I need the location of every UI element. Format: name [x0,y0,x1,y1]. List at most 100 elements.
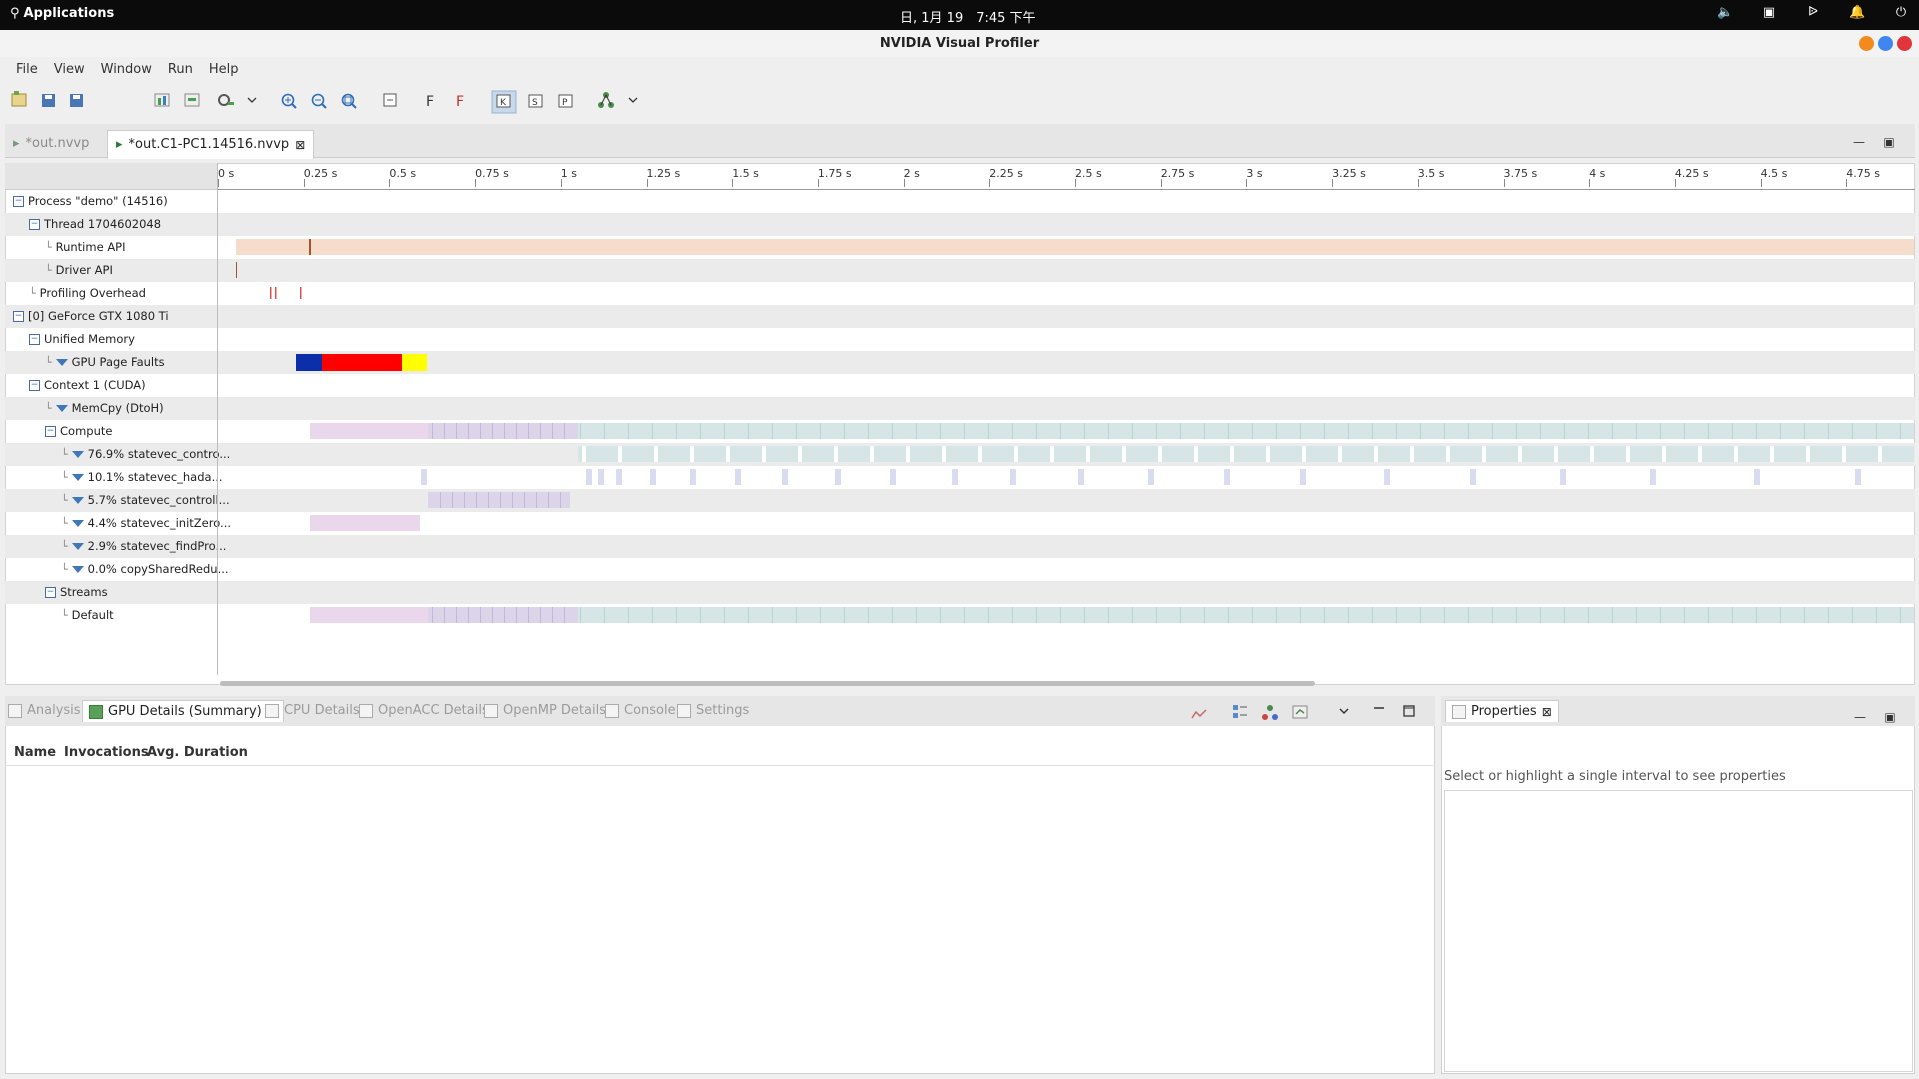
chart-icon[interactable] [1191,709,1207,719]
collapse-toggle-icon[interactable]: − [13,310,24,322]
tab-out-nvvp[interactable]: ▸ *out.nvvp [5,130,97,158]
collapse-toggle-icon[interactable]: − [45,586,56,598]
time-ruler[interactable]: 0 s 0.25 s 0.5 s 0.75 s 1 s 1.25 s 1.5 s 1.75 s… [218,167,1915,190]
screen-icon[interactable]: ▣ [1761,5,1777,21]
timeline-row[interactable]: └ Driver API [5,259,1915,282]
menu-file[interactable]: File [8,57,46,83]
timeline-row[interactable]: − Unified Memory [5,328,1915,351]
timeline-row[interactable]: └ 2.9% statevec_findPro... [5,535,1915,558]
row-label[interactable]: └ Default [61,608,114,622]
filter-icon[interactable] [71,519,84,527]
refresh-icon[interactable] [1292,705,1308,719]
menu-window[interactable]: Window [93,57,160,83]
row-label[interactable]: └ MemCpy (DtoH) [45,401,164,415]
tab-openacc-details[interactable]: OpenACC Details [359,703,489,718]
column-header-name[interactable]: Name [14,745,56,760]
maximize-properties-button[interactable]: ▣ [1883,711,1897,725]
collapse-toggle-icon[interactable]: − [13,195,24,207]
row-label[interactable]: − Context 1 (CUDA) [29,378,146,392]
tab-gpu-details[interactable]: GPU Details (Summary)⊠ [82,700,284,722]
row-label[interactable]: − [0] GeForce GTX 1080 Ti [13,309,169,323]
tab-settings[interactable]: Settings [677,703,749,718]
filter-icon[interactable] [71,473,84,481]
row-label[interactable]: └ 5.7% statevec_controll... [61,493,230,507]
timeline-row[interactable]: └ GPU Page Faults [5,351,1915,374]
tab-properties[interactable]: Properties ⊠ [1445,700,1559,722]
maximize-editor-button[interactable]: ▣ [1882,136,1896,150]
timeline-row[interactable]: − Streams [5,581,1915,604]
tab-openmp-details[interactable]: OpenMP Details [484,703,606,718]
tree-divider[interactable] [217,163,218,675]
timeline-row[interactable]: └ 4.4% statevec_initZero... [5,512,1915,535]
collapse-toggle-icon[interactable]: − [29,333,40,345]
row-label[interactable]: − Unified Memory [29,332,135,346]
row-label[interactable]: − Process "demo" (14516) [13,194,168,208]
tab-console[interactable]: Console [605,703,676,718]
volume-icon[interactable]: 🔈 [1717,5,1733,21]
minimize-window-button[interactable] [1859,36,1874,51]
filter-clear-icon[interactable]: F [456,94,464,110]
timeline-row[interactable]: − Thread 1704602048 [5,213,1915,236]
notification-bell-icon[interactable]: 🔔 [1849,5,1865,21]
row-label[interactable]: └ 76.9% statevec_contro... [61,447,230,461]
menu-view[interactable]: View [46,57,93,83]
filter-icon[interactable] [55,404,68,412]
timeline-row[interactable]: └ MemCpy (DtoH) [5,397,1915,420]
row-label[interactable]: └ GPU Page Faults [45,355,165,369]
timeline-row[interactable]: └ 5.7% statevec_controll... [5,489,1915,512]
filter-f-icon[interactable]: F [426,94,434,110]
close-window-button[interactable] [1897,36,1912,51]
collapse-icon[interactable] [383,93,397,107]
row-label[interactable]: └ Profiling Overhead [29,286,146,300]
filter-icon[interactable] [71,496,84,504]
column-header-invocations[interactable]: Invocations [64,745,149,760]
row-label[interactable]: └ Runtime API [45,240,126,254]
row-label[interactable]: └ 0.0% copySharedRedu... [61,562,229,576]
tab-analysis[interactable]: Analysis [8,703,81,718]
filter-icon[interactable] [71,542,84,550]
menu-run[interactable]: Run [160,57,201,83]
zoom-fit-icon[interactable] [341,93,357,109]
horizontal-scrollbar[interactable] [220,681,1315,686]
filter-icon[interactable] [55,358,68,366]
dependency-icon[interactable] [598,92,614,108]
timeline-row[interactable]: └ Default [5,604,1915,627]
new-session-icon[interactable] [11,91,27,107]
export-csv-icon[interactable] [1262,705,1278,720]
view-menu-icon[interactable] [1339,708,1349,715]
timeline-row[interactable]: └ Runtime API [5,236,1915,259]
timeline-row[interactable]: └ 76.9% statevec_contro... [5,443,1915,466]
column-header-avg-duration[interactable]: Avg. Duration [147,745,248,760]
filter-icon[interactable] [71,450,84,458]
maximize-panel-icon[interactable] [1403,705,1415,717]
save-icon[interactable] [42,94,55,107]
dropdown-arrow-icon[interactable] [247,97,257,103]
collapse-toggle-icon[interactable]: − [29,379,40,391]
clock[interactable]: 日, 1月 19 7:45 下午 [900,7,1036,26]
bluetooth-icon[interactable]: ᐉ [1805,5,1821,21]
maximize-window-button[interactable] [1878,36,1893,51]
kernel-view-icon[interactable]: K [491,90,517,114]
close-tab-icon[interactable]: ⊠ [295,131,305,159]
timeline-row[interactable]: − Compute [5,420,1915,443]
stream-view-icon[interactable]: S [528,94,543,108]
tree-view-icon[interactable] [1233,705,1247,718]
applications-menu[interactable]: ⚲ Applications [10,6,114,21]
process-view-icon[interactable]: P [558,94,573,108]
collapse-toggle-icon[interactable]: − [45,425,56,437]
zoom-out-icon[interactable] [311,93,327,109]
row-label[interactable]: − Compute [45,424,112,438]
import-icon[interactable] [154,93,170,107]
row-label[interactable]: └ 2.9% statevec_findPro... [61,539,226,553]
minimize-properties-button[interactable]: — [1853,711,1867,725]
power-icon[interactable]: ⏻ [1893,5,1909,21]
close-tab-icon[interactable]: ⊠ [1542,705,1552,719]
timeline-row[interactable]: − Process "demo" (14516) [5,190,1915,213]
save-all-icon[interactable] [70,94,83,107]
timeline-row[interactable]: − Context 1 (CUDA) [5,374,1915,397]
menu-help[interactable]: Help [201,57,247,83]
row-label[interactable]: └ Driver API [45,263,113,277]
export-icon[interactable] [184,93,200,107]
filter-icon[interactable] [71,565,84,573]
zoom-in-icon[interactable] [281,93,297,109]
